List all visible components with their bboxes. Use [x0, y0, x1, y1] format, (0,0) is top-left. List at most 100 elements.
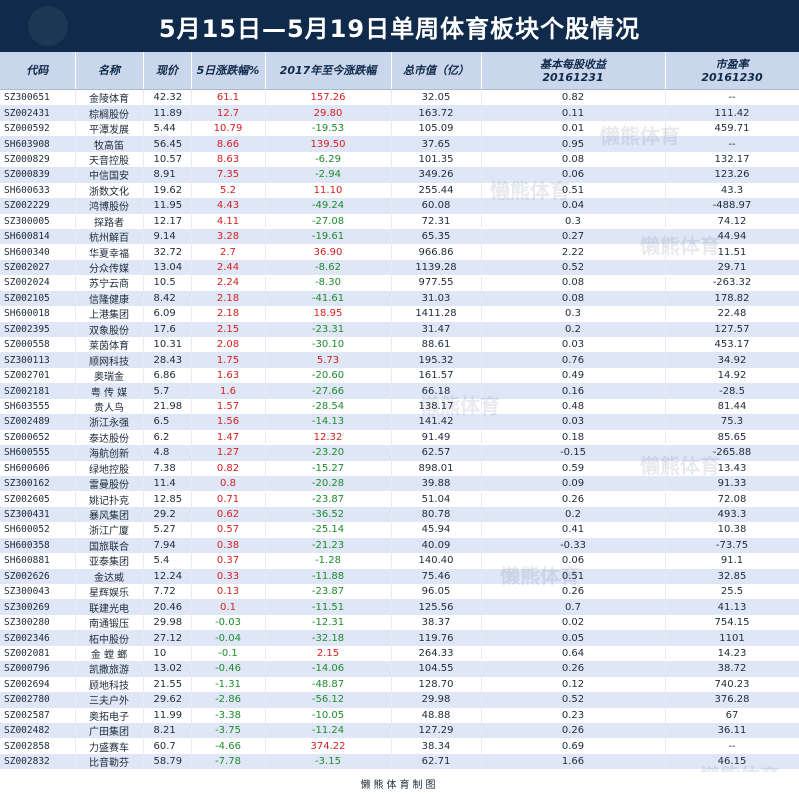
- cell-market-cap: 140.40: [391, 553, 482, 569]
- header-name: 名称: [75, 52, 144, 90]
- cell-eps: 0.51: [481, 568, 666, 584]
- table-row: SH600358 国旅联合 7.94 0.38 -21.23 40.09 -0.33 -73.…: [0, 537, 799, 554]
- cell-eps: 0.23: [481, 707, 666, 723]
- cell-price: 6.86: [143, 367, 192, 384]
- cell-ytd-change: 12.32: [265, 429, 392, 446]
- cell-market-cap: 38.34: [391, 738, 482, 754]
- cell-market-cap: 119.76: [391, 630, 482, 646]
- cell-price: 20.46: [143, 599, 192, 615]
- cell-eps: 0.09: [481, 475, 666, 492]
- cell-eps: 0.08: [481, 290, 666, 307]
- cell-week-change: 2.24: [191, 275, 266, 291]
- cell-week-change: 1.57: [191, 398, 266, 415]
- table-row: SZ002181 粤 传 媒 5.7 1.6 -27.66 66.18 0.16 -28.5: [0, 383, 799, 399]
- cell-ytd-change: -25.14: [265, 522, 392, 538]
- cell-code: SZ300113: [0, 352, 76, 368]
- table-row: SZ002105 信隆健康 8.42 2.18 -41.61 31.03 0.08 178.8…: [0, 290, 799, 307]
- cell-name: 金 螳 螂: [75, 645, 144, 662]
- table-row: SZ300005 探路者 12.17 4.11 -27.08 72.31 0.3 74.12: [0, 213, 799, 229]
- header-eps: 基本每股收益 20161231: [481, 52, 666, 90]
- cell-ytd-change: -48.87: [265, 676, 392, 693]
- cell-eps: 0.3: [481, 213, 666, 229]
- table-row: SZ300651 金陵体育 42.32 61.1 157.26 32.05 0.82 --: [0, 89, 799, 106]
- cell-week-change: 1.27: [191, 445, 266, 461]
- cell-pe: --: [665, 738, 799, 754]
- cell-code: SH600358: [0, 537, 76, 554]
- cell-code: SH603908: [0, 136, 76, 152]
- cell-ytd-change: -23.31: [265, 321, 392, 337]
- cell-week-change: 0.57: [191, 522, 266, 538]
- cell-name: 星辉娱乐: [75, 584, 144, 600]
- cell-price: 10.57: [143, 151, 192, 168]
- cell-market-cap: 161.57: [391, 367, 482, 384]
- cell-code: SZ300005: [0, 213, 76, 229]
- cell-week-change: 8.63: [191, 151, 266, 168]
- cell-name: 力盛赛车: [75, 738, 144, 754]
- cell-ytd-change: 157.26: [265, 89, 392, 106]
- cell-ytd-change: -32.18: [265, 630, 392, 646]
- cell-price: 5.4: [143, 553, 192, 569]
- cell-market-cap: 80.78: [391, 506, 482, 523]
- cell-eps: 0.82: [481, 89, 666, 106]
- cell-ytd-change: -49.24: [265, 198, 392, 214]
- cell-price: 12.17: [143, 213, 192, 229]
- cell-week-change: 3.28: [191, 228, 266, 245]
- cell-pe: 14.92: [665, 367, 799, 384]
- table-body: SZ300651 金陵体育 42.32 61.1 157.26 32.05 0.82 -- SZ…: [0, 89, 799, 770]
- cell-name: 双象股份: [75, 321, 144, 337]
- cell-price: 19.62: [143, 182, 192, 199]
- cell-name: 浙数文化: [75, 182, 144, 199]
- cell-market-cap: 39.88: [391, 475, 482, 492]
- cell-code: SZ002081: [0, 645, 76, 662]
- cell-name: 粤 传 媒: [75, 383, 144, 399]
- cell-eps: 0.51: [481, 182, 666, 199]
- cell-pe: 32.85: [665, 568, 799, 584]
- cell-week-change: -0.03: [191, 614, 266, 631]
- cell-code: SZ300043: [0, 584, 76, 600]
- cell-eps: 0.26: [481, 584, 666, 600]
- cell-week-change: 0.38: [191, 537, 266, 554]
- cell-code: SZ002181: [0, 383, 76, 399]
- cell-code: SZ300162: [0, 475, 76, 492]
- cell-week-change: 1.6: [191, 383, 266, 399]
- cell-week-change: -3.38: [191, 707, 266, 723]
- cell-eps: 0.49: [481, 367, 666, 384]
- cell-code: SH600606: [0, 460, 76, 476]
- cell-pe: 81.44: [665, 398, 799, 415]
- cell-code: SZ002605: [0, 491, 76, 507]
- cell-week-change: -3.75: [191, 722, 266, 739]
- cell-code: SH600018: [0, 306, 76, 322]
- cell-market-cap: 1411.28: [391, 306, 482, 322]
- cell-pe: 67: [665, 707, 799, 723]
- cell-week-change: 61.1: [191, 89, 266, 106]
- cell-code: SZ000652: [0, 429, 76, 446]
- table-row: SH600018 上港集团 6.09 2.18 18.95 1411.28 0.3 22.48: [0, 306, 799, 322]
- cell-eps: 0.26: [481, 491, 666, 507]
- cell-code: SZ002024: [0, 275, 76, 291]
- table-row: SH600340 华夏幸福 32.72 2.7 36.90 966.86 2.22 11.51: [0, 244, 799, 260]
- cell-pe: 754.15: [665, 614, 799, 631]
- table-row: SZ300162 雷曼股份 11.4 0.8 -20.28 39.88 0.09 91.33: [0, 475, 799, 492]
- cell-name: 比音勒芬: [75, 753, 144, 770]
- cell-market-cap: 898.01: [391, 460, 482, 476]
- cell-ytd-change: 36.90: [265, 244, 392, 260]
- cell-eps: 0.26: [481, 661, 666, 677]
- cell-price: 13.02: [143, 661, 192, 677]
- cell-week-change: 2.18: [191, 290, 266, 307]
- cell-price: 12.24: [143, 568, 192, 584]
- cell-name: 探路者: [75, 213, 144, 229]
- cell-price: 6.2: [143, 429, 192, 446]
- table-row: SZ002605 姚记扑克 12.85 0.71 -23.87 51.04 0.26 72.0…: [0, 491, 799, 507]
- table-row: SZ002229 鸿博股份 11.95 4.43 -49.24 60.08 0.04 -488…: [0, 198, 799, 214]
- cell-ytd-change: -11.24: [265, 722, 392, 739]
- cell-market-cap: 38.37: [391, 614, 482, 631]
- cell-price: 5.44: [143, 120, 192, 137]
- cell-code: SZ002431: [0, 105, 76, 121]
- cell-code: SZ002587: [0, 707, 76, 723]
- cell-eps: 0.2: [481, 506, 666, 523]
- cell-name: 分众传媒: [75, 259, 144, 276]
- cell-name: 莱茵体育: [75, 337, 144, 353]
- logo-watermark-icon: [28, 6, 68, 46]
- cell-name: 顺网科技: [75, 352, 144, 368]
- table-row: SZ002626 金达威 12.24 0.33 -11.88 75.46 0.51 32.85: [0, 568, 799, 584]
